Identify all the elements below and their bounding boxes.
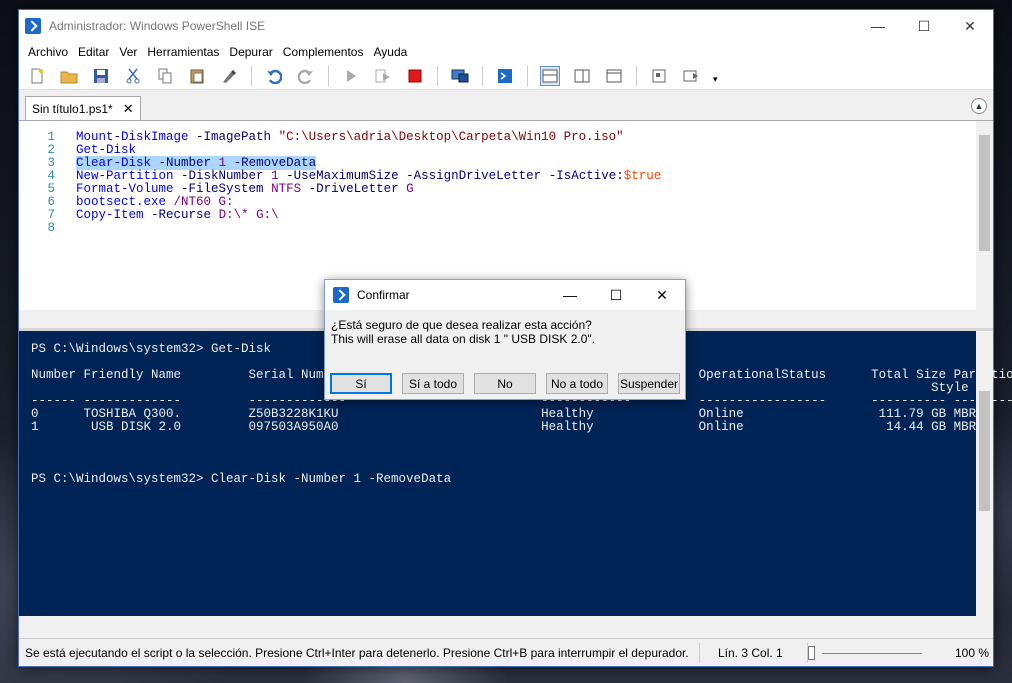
layout-max-icon[interactable]: [604, 66, 624, 86]
console-horizontal-scrollbar[interactable]: [19, 616, 993, 632]
editor-line: 1 Mount-DiskImage -ImagePath "C:\Users\ad…: [47, 130, 624, 144]
copy-icon[interactable]: [155, 66, 175, 86]
console-scrollbar[interactable]: [976, 331, 993, 616]
powershell-icon: [25, 18, 41, 34]
dialog-title: Confirmar: [357, 288, 410, 302]
console-scroll-thumb[interactable]: [979, 391, 990, 511]
menu-archivo[interactable]: Archivo: [23, 45, 73, 59]
tab-script[interactable]: Sin título1.ps1* ✕: [25, 96, 141, 120]
tab-strip: Sin título1.ps1* ✕ ▲: [19, 92, 993, 120]
dialog-minimize-button[interactable]: —: [547, 287, 593, 303]
toolbar-separator: [437, 65, 438, 86]
no-to-all-button[interactable]: No a todo: [546, 373, 608, 394]
editor-line: 8: [47, 221, 55, 235]
menu-ayuda[interactable]: Ayuda: [368, 45, 412, 59]
toolbar-separator: [527, 65, 528, 86]
undo-icon[interactable]: [264, 66, 284, 86]
close-button[interactable]: ✕: [947, 10, 993, 42]
console-icon[interactable]: [495, 66, 515, 86]
confirm-dialog: Confirmar — ☐ ✕ ¿Está seguro de que dese…: [324, 279, 686, 400]
menu-ver[interactable]: Ver: [114, 45, 142, 59]
layout-top-icon[interactable]: [540, 65, 560, 86]
no-button[interactable]: No: [474, 373, 536, 394]
status-bar: Se está ejecutando el script o la selecc…: [19, 638, 993, 666]
cut-icon[interactable]: [123, 66, 143, 86]
menu-complementos[interactable]: Complementos: [278, 45, 369, 59]
clear-icon[interactable]: [219, 66, 239, 86]
show-addon-icon[interactable]: [681, 66, 701, 86]
status-message: Se está ejecutando el script o la selecc…: [25, 645, 689, 660]
toolbar-overflow-icon[interactable]: ▾: [713, 74, 718, 85]
stop-icon[interactable]: [405, 66, 425, 86]
window-title: Administrador: Windows PowerShell ISE: [49, 19, 266, 33]
cursor-position: Lín. 3 Col. 1: [699, 642, 791, 663]
save-icon[interactable]: [91, 66, 111, 86]
paste-icon[interactable]: [187, 66, 207, 86]
dialog-detail: This will erase all data on disk 1 " USB…: [331, 332, 595, 346]
redo-icon[interactable]: [296, 66, 316, 86]
show-commands-icon[interactable]: [649, 66, 669, 86]
dialog-maximize-button[interactable]: ☐: [593, 287, 639, 304]
maximize-button[interactable]: ☐: [901, 10, 947, 42]
editor-scroll-thumb[interactable]: [979, 135, 990, 251]
menu-herramientas[interactable]: Herramientas: [142, 45, 224, 59]
tab-close-icon[interactable]: ✕: [123, 101, 134, 117]
console-line: 1 USB DISK 2.0 097503A950A0 Healthy Onli…: [31, 420, 977, 434]
dialog-close-button[interactable]: ✕: [639, 287, 685, 304]
editor-scrollbar[interactable]: [976, 121, 993, 311]
title-bar: Administrador: Windows PowerShell ISE — …: [19, 10, 993, 42]
console-line: PS C:\Windows\system32> Clear-Disk -Numb…: [31, 472, 452, 486]
remote-powershell-icon[interactable]: [450, 66, 470, 86]
suspend-button[interactable]: Suspender: [618, 373, 680, 394]
menu-depurar[interactable]: Depurar: [224, 45, 277, 59]
run-selection-icon[interactable]: [373, 66, 393, 86]
collapse-pane-icon[interactable]: ▲: [971, 98, 987, 114]
toolbar-separator: [251, 65, 252, 86]
layout-right-icon[interactable]: [572, 66, 592, 86]
open-folder-icon[interactable]: [59, 66, 79, 86]
toolbar-separator: [636, 65, 637, 86]
zoom-slider[interactable]: [807, 642, 927, 663]
powershell-icon: [333, 287, 349, 303]
yes-to-all-button[interactable]: Sí a todo: [402, 373, 464, 394]
dialog-question: ¿Está seguro de que desea realizar esta …: [331, 318, 592, 332]
yes-button[interactable]: Sí: [330, 373, 392, 394]
menu-bar: Archivo Editar Ver Herramientas Depurar …: [19, 42, 993, 62]
toolbar-separator: [482, 65, 483, 86]
editor-line: 7 Copy-Item -Recurse D:\* G:\: [47, 208, 279, 222]
tab-label: Sin título1.ps1*: [32, 101, 113, 116]
menu-editar[interactable]: Editar: [73, 45, 114, 59]
dialog-title-bar: Confirmar — ☐ ✕: [325, 280, 685, 310]
run-icon[interactable]: [341, 66, 361, 86]
new-file-icon[interactable]: [27, 66, 47, 86]
console-line: PS C:\Windows\system32> Get-Disk: [31, 342, 272, 356]
toolbar: ▾: [19, 62, 993, 90]
toolbar-separator: [328, 65, 329, 86]
minimize-button[interactable]: —: [855, 10, 901, 42]
zoom-level: 100 %: [955, 645, 990, 660]
zoom-slider-thumb[interactable]: [808, 645, 815, 660]
